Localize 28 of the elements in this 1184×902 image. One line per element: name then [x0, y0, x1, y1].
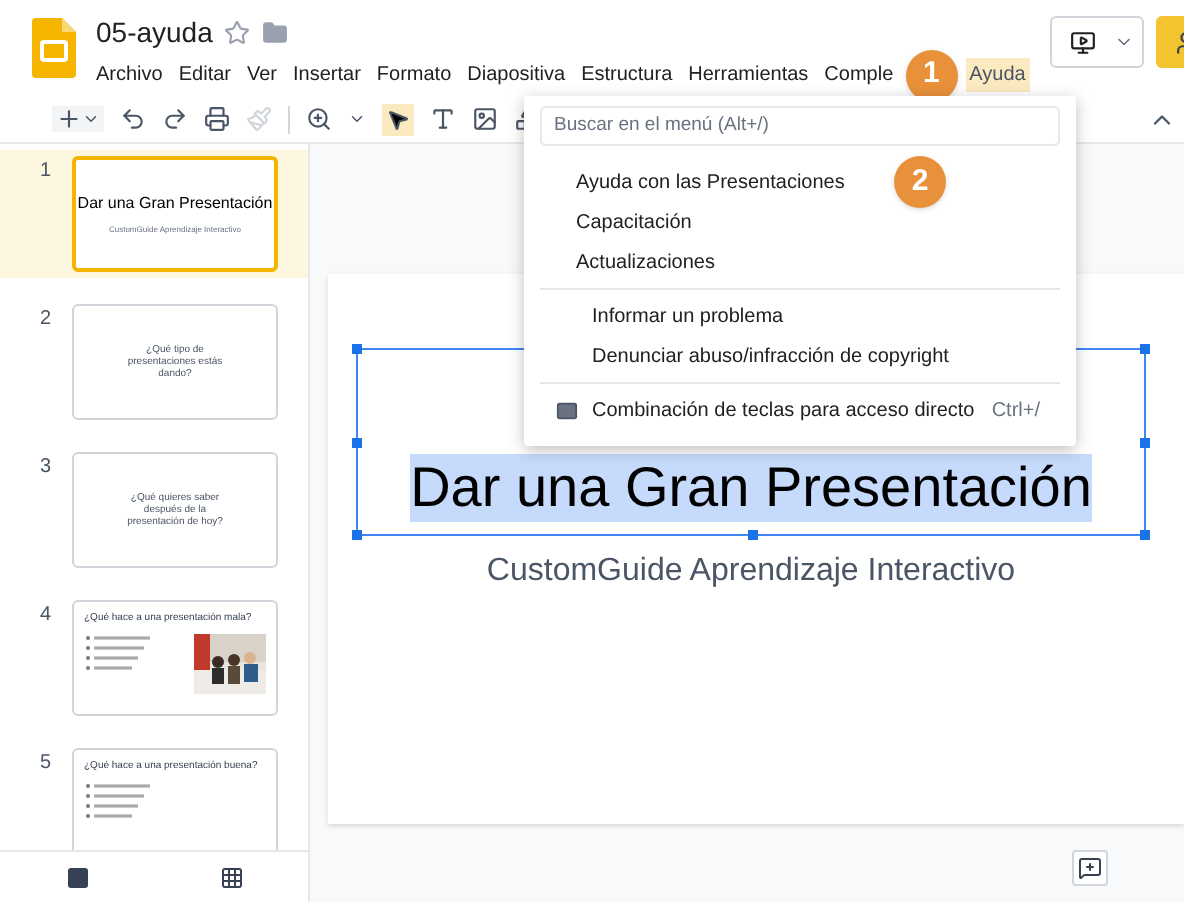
menu-item[interactable]: Comple [820, 58, 898, 92]
menu-item[interactable]: Estructura [577, 58, 677, 92]
shortcut-text: Ctrl+/ [991, 397, 1040, 426]
slide-subtitle: CustomGuide Aprendizaje Interactivo [486, 552, 1016, 592]
callout-badge: 1 [905, 49, 958, 101]
menu-search-field[interactable]: Buscar en el menú (Alt+/) [540, 106, 1060, 147]
menu-item[interactable]: Formato [372, 58, 456, 92]
menu-option[interactable]: Actualizaciones [524, 242, 1076, 283]
menu-option[interactable]: Denunciar abuso/infracción de copyright [540, 336, 1060, 377]
slide-number: 3 [40, 454, 54, 482]
slide-title: Dar una Gran Presentación [410, 454, 1092, 522]
slide-number: 1 [40, 158, 54, 186]
menu-item[interactable]: Archivo [92, 58, 167, 92]
menu-option[interactable]: Combinación de teclas para acceso directo Ctrl+/ [540, 390, 1060, 431]
menu-item[interactable]: Ayuda [965, 58, 1030, 92]
menu-item[interactable]: Diapositiva [463, 58, 570, 92]
callout-badge: 2 [894, 156, 946, 209]
slide-number: 2 [40, 306, 54, 334]
menu-option[interactable]: Ayuda con las Presentaciones 2 [524, 162, 1076, 203]
menu-option[interactable]: Informar un problema [540, 296, 1060, 337]
menu-item[interactable]: Herramientas [684, 58, 813, 92]
thumbnail-title: Dar una Gran Presentación [77, 192, 273, 216]
menu-item[interactable]: Insertar [289, 58, 365, 92]
slide-number: 4 [40, 602, 54, 630]
slide-number: 5 [40, 750, 54, 778]
menu-item[interactable]: Editar [174, 58, 235, 92]
menu-item[interactable]: Ver [242, 58, 281, 92]
document-title[interactable]: 05-ayuda [96, 12, 213, 54]
